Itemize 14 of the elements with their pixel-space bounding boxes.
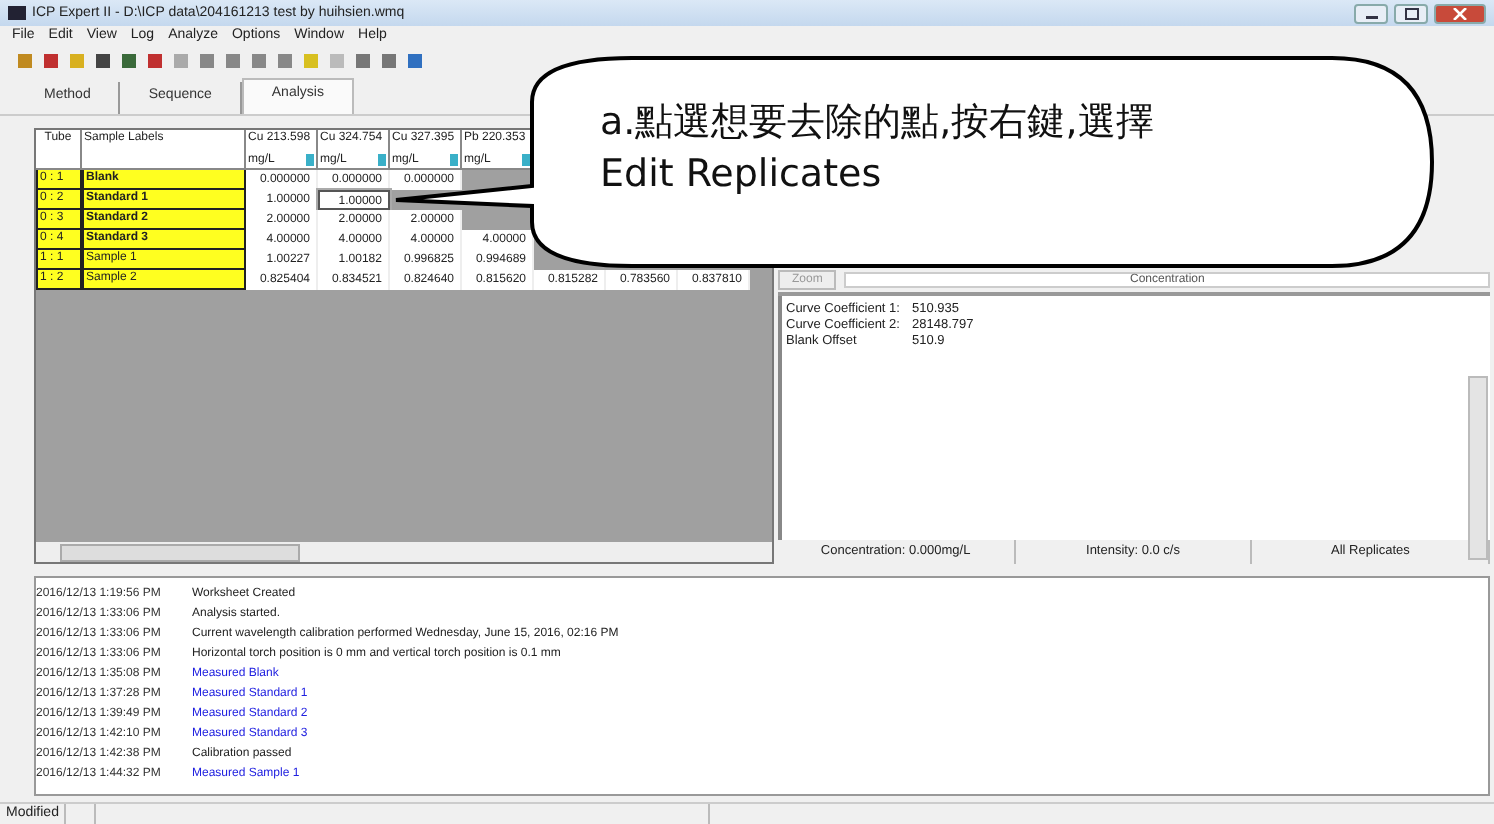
callout-text: Edit Replicates bbox=[600, 150, 884, 200]
horizontal-scrollbar[interactable] bbox=[36, 542, 772, 562]
callout-text: a.點選想要去除的點,按右鍵,選擇 bbox=[600, 98, 1154, 148]
maximize-icon bbox=[1403, 7, 1419, 19]
close-icon bbox=[1452, 7, 1468, 19]
vial-icon bbox=[522, 154, 530, 166]
close-button[interactable] bbox=[1434, 3, 1486, 23]
maximize-button[interactable] bbox=[1394, 3, 1428, 23]
app-icon bbox=[8, 6, 26, 20]
minimize-button[interactable] bbox=[1354, 3, 1388, 23]
vertical-scrollbar[interactable] bbox=[1468, 376, 1488, 560]
vial-icon bbox=[378, 154, 386, 166]
vial-icon bbox=[450, 154, 458, 166]
vial-icon bbox=[306, 154, 314, 166]
